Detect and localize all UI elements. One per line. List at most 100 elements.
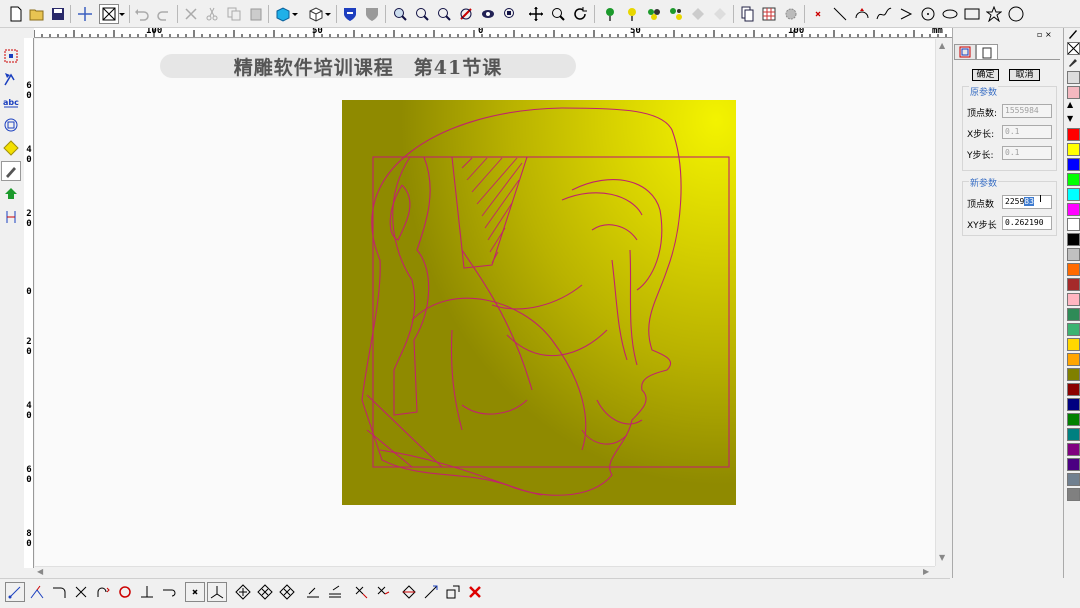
copy-icon[interactable] [224, 4, 244, 24]
color-swatch[interactable] [1067, 173, 1080, 186]
line-icon[interactable] [830, 4, 850, 24]
color-swatch[interactable] [1067, 218, 1080, 231]
color-swatch[interactable] [1067, 233, 1080, 246]
delete-red-icon[interactable] [465, 582, 485, 602]
scroll-left-icon[interactable]: ◀ [37, 567, 43, 576]
color-swatch[interactable] [1067, 428, 1080, 441]
panel-window-controls[interactable]: ▫ × [1037, 30, 1052, 39]
extend-icon[interactable] [93, 582, 113, 602]
color-swatch[interactable] [1067, 353, 1080, 366]
node-gray-icon[interactable] [688, 4, 708, 24]
arc-icon[interactable] [852, 4, 872, 24]
node-green-icon[interactable] [600, 4, 620, 24]
node-edit-icon[interactable] [27, 582, 47, 602]
color-swatch[interactable] [1067, 86, 1080, 99]
point-icon[interactable] [808, 4, 828, 24]
scissors-icon[interactable] [202, 4, 222, 24]
arc-edit-icon[interactable] [49, 582, 69, 602]
color-swatch[interactable] [1067, 143, 1080, 156]
new-xy-step-field[interactable]: 0.262190 [1002, 216, 1052, 230]
color-swatch[interactable] [1067, 248, 1080, 261]
cancel-button[interactable]: 取消 [1009, 69, 1040, 81]
text-abc-icon[interactable]: abc [1, 92, 21, 112]
color-swatch[interactable] [1067, 443, 1080, 456]
color-swatch[interactable] [1067, 158, 1080, 171]
diamond-shape-icon[interactable] [1, 138, 21, 158]
redo-icon[interactable] [154, 4, 174, 24]
zoom-fit-icon[interactable] [456, 4, 476, 24]
split-icon[interactable] [207, 582, 227, 602]
dropdown-arrow-icon[interactable] [324, 4, 332, 24]
pan-icon[interactable] [526, 4, 546, 24]
spline-icon[interactable] [874, 4, 894, 24]
refresh-icon[interactable] [570, 4, 590, 24]
measure-icon[interactable] [1, 207, 21, 227]
tangent-icon[interactable] [159, 582, 179, 602]
pen-icon[interactable] [1067, 28, 1080, 41]
node-multi-icon[interactable] [644, 4, 664, 24]
node-star-icon[interactable] [666, 4, 686, 24]
sculpt-tool-icon[interactable] [1, 161, 21, 181]
scroll-up-icon[interactable]: ▲ [939, 41, 945, 50]
zoom-box-icon[interactable] [500, 4, 520, 24]
cube-view-icon[interactable] [306, 4, 326, 24]
color-swatch[interactable] [1067, 128, 1080, 141]
color-swatch[interactable] [1067, 263, 1080, 276]
line-tool-icon[interactable] [5, 582, 25, 602]
tab-params[interactable] [976, 44, 998, 60]
zoom-window-icon[interactable] [390, 4, 410, 24]
zoom-icon[interactable] [548, 4, 568, 24]
ellipse-icon[interactable] [940, 4, 960, 24]
ok-button[interactable]: 确定 [972, 69, 999, 81]
pointer-edit-icon[interactable] [1, 69, 21, 89]
tab-layers[interactable] [954, 44, 976, 60]
color-swatch[interactable] [1067, 413, 1080, 426]
select-box-icon[interactable] [99, 4, 119, 24]
grid-table-icon[interactable] [759, 4, 779, 24]
transform-icon[interactable] [1, 115, 21, 135]
align-1-icon[interactable] [303, 582, 323, 602]
color-swatch[interactable] [1067, 398, 1080, 411]
point-snap-icon[interactable] [185, 582, 205, 602]
color-swatch[interactable] [1067, 383, 1080, 396]
zoom-eye-icon[interactable] [478, 4, 498, 24]
shield-gray-icon[interactable] [362, 4, 382, 24]
color-swatch[interactable] [1067, 473, 1080, 486]
scroll-right-icon[interactable]: ▶ [923, 567, 929, 576]
diamond-3-icon[interactable] [277, 582, 297, 602]
color-swatch[interactable] [1067, 323, 1080, 336]
gear-icon[interactable] [781, 4, 801, 24]
move-2-icon[interactable] [421, 582, 441, 602]
circle-icon[interactable] [1006, 4, 1026, 24]
palette-grid-icon[interactable] [1067, 71, 1080, 84]
color-swatch[interactable] [1067, 458, 1080, 471]
triangle-icon[interactable] [896, 4, 916, 24]
diamond-2-icon[interactable] [255, 582, 275, 602]
color-swatch[interactable] [1067, 308, 1080, 321]
rectangle-icon[interactable] [962, 4, 982, 24]
zoom-in-icon[interactable] [412, 4, 432, 24]
color-swatch[interactable] [1067, 488, 1080, 501]
color-swatch[interactable] [1067, 203, 1080, 216]
dropdown-arrow-icon[interactable] [291, 4, 299, 24]
cube-color-icon[interactable] [273, 4, 293, 24]
open-file-icon[interactable] [27, 4, 47, 24]
circle-point-icon[interactable] [918, 4, 938, 24]
color-swatch[interactable] [1067, 188, 1080, 201]
trim-icon[interactable] [71, 582, 91, 602]
no-color-swatch[interactable] [1067, 42, 1080, 55]
relief-face-artwork[interactable] [342, 100, 736, 505]
vertical-scrollbar[interactable]: ▲ ▼ [935, 39, 949, 566]
page-copy-icon[interactable] [737, 4, 757, 24]
green-arrow-icon[interactable] [1, 184, 21, 204]
new-file-icon[interactable] [6, 4, 26, 24]
select-node-icon[interactable] [1, 46, 21, 66]
perpendicular-icon[interactable] [137, 582, 157, 602]
horizontal-scrollbar[interactable]: ◀ ▶ [35, 566, 935, 577]
palette-scroll-down-icon[interactable]: ▼ [1067, 114, 1080, 127]
cut-icon[interactable] [181, 4, 201, 24]
node-yellow-icon[interactable] [622, 4, 642, 24]
cross-1-icon[interactable] [351, 582, 371, 602]
new-vertex-field[interactable]: 225983 [1002, 195, 1052, 209]
zoom-prev-icon[interactable] [434, 4, 454, 24]
